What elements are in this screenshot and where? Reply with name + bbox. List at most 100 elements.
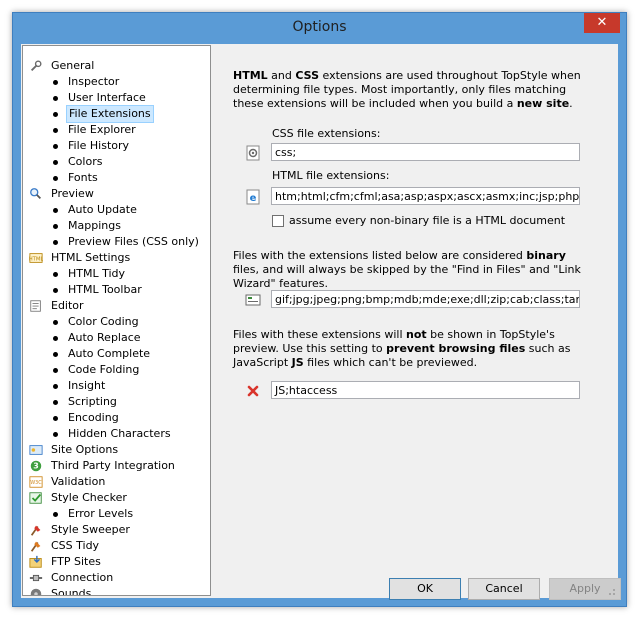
tree-item-code-folding[interactable]: Code Folding <box>23 362 209 378</box>
intro-text-1: and <box>267 69 296 82</box>
tree-item-color-coding[interactable]: Color Coding <box>23 314 209 330</box>
bullet-icon <box>53 384 58 389</box>
tree-item-user-interface[interactable]: User Interface <box>23 90 209 106</box>
preview-bold-js: JS <box>291 356 304 369</box>
tree-item-connection[interactable]: Connection <box>23 570 209 586</box>
tree-item-style-checker[interactable]: Style Checker <box>23 490 209 506</box>
tree-item-auto-replace[interactable]: Auto Replace <box>23 330 209 346</box>
nonbinary-checkbox[interactable] <box>272 215 284 227</box>
tree-item-label: Auto Update <box>68 203 137 216</box>
binary-text-1: Files with the extensions listed below a… <box>233 249 527 262</box>
intro-text-3: . <box>569 97 573 110</box>
options-window: Options ✕ General Inspector User Interface… <box>12 12 627 607</box>
css-ext-input[interactable]: css; <box>271 143 580 161</box>
binary-ext-input[interactable]: gif;jpg;jpeg;png;bmp;mdb;mde;exe;dll;zip… <box>271 290 580 308</box>
dialog-client: General Inspector User Interface File Exten… <box>21 44 621 600</box>
tree-item-label: Editor <box>51 299 84 312</box>
nonbinary-checkbox-label[interactable]: assume every non-binary file is a HTML d… <box>289 214 565 227</box>
binary-bold: binary <box>526 249 566 262</box>
intro-bold-html: HTML <box>233 69 268 82</box>
bullet-icon <box>53 112 58 117</box>
title-bar[interactable]: Options ✕ <box>13 13 626 43</box>
tree-item-label: HTML Settings <box>51 251 131 264</box>
site-options-icon <box>29 445 43 455</box>
tree-item-html-settings[interactable]: HTML HTML Settings <box>23 250 209 266</box>
tree-item-label: User Interface <box>68 91 146 104</box>
tree-item-auto-complete[interactable]: Auto Complete <box>23 346 209 362</box>
preview-bold-not: not <box>406 328 427 341</box>
tree-item-site-options[interactable]: Site Options <box>23 442 209 458</box>
tree-item-auto-update[interactable]: Auto Update <box>23 202 209 218</box>
resize-grip-icon[interactable] <box>606 586 616 596</box>
html-ext-input[interactable]: htm;html;cfm;cfml;asa;asp;aspx;ascx;asmx… <box>271 187 580 205</box>
file-extensions-panel: HTML and CSS extensions are used through… <box>215 45 621 600</box>
tree-item-label: Mappings <box>68 219 121 232</box>
bullet-icon <box>53 336 58 341</box>
close-button[interactable]: ✕ <box>584 13 620 33</box>
cancel-button[interactable]: Cancel <box>468 578 540 600</box>
tree-item-file-extensions[interactable]: File Extensions <box>23 105 209 123</box>
preview-icon <box>30 188 41 199</box>
tree-item-preview[interactable]: Preview <box>23 186 209 202</box>
bullet-icon <box>53 288 58 293</box>
tree-item-sounds[interactable]: Sounds <box>23 586 209 596</box>
ok-button[interactable]: OK <box>389 578 461 600</box>
tree-item-preview-files-css-only[interactable]: Preview Files (CSS only) <box>23 234 209 250</box>
connection-icon <box>29 574 43 582</box>
editor-icon <box>30 300 41 312</box>
preview-exclusion-input[interactable]: JS;htaccess <box>271 381 580 399</box>
tree-item-html-tidy[interactable]: HTML Tidy <box>23 266 209 282</box>
tree-item-inspector[interactable]: Inspector <box>23 74 209 90</box>
tree-item-file-history[interactable]: File History <box>23 138 209 154</box>
bullet-icon <box>53 96 58 101</box>
tree-item-error-levels[interactable]: Error Levels <box>23 506 209 522</box>
tree-item-encoding[interactable]: Encoding <box>23 410 209 426</box>
tree-item-label: Error Levels <box>68 507 134 520</box>
tree-item-html-toolbar[interactable]: HTML Toolbar <box>23 282 209 298</box>
bullet-icon <box>53 416 58 421</box>
svg-text:HTML: HTML <box>29 257 43 263</box>
tree-item-label: Code Folding <box>68 363 140 376</box>
tree-item-label: Sounds <box>51 587 92 596</box>
svg-text:W3C: W3C <box>30 480 42 486</box>
tree-item-hidden-characters[interactable]: Hidden Characters <box>23 426 209 442</box>
tree-item-fonts[interactable]: Fonts <box>23 170 209 186</box>
style-checker-icon <box>29 492 42 504</box>
tree-item-css-tidy[interactable]: CSS Tidy <box>23 538 209 554</box>
tree-item-insight[interactable]: Insight <box>23 378 209 394</box>
tree-item-label: Color Coding <box>68 315 139 328</box>
tree-item-ftp-sites[interactable]: FTP Sites <box>23 554 209 570</box>
tree-item-colors[interactable]: Colors <box>23 154 209 170</box>
tree-item-label: FTP Sites <box>51 555 101 568</box>
integration-icon: 3 <box>30 460 42 472</box>
tree-item-label: Inspector <box>68 75 120 88</box>
tree-item-label: Validation <box>51 475 106 488</box>
tree-item-general[interactable]: General <box>23 58 209 74</box>
css-tidy-icon <box>30 541 41 552</box>
intro-bold-new-site: new site <box>516 97 570 110</box>
bullet-icon <box>53 208 58 213</box>
tree-item-label: Encoding <box>68 411 119 424</box>
exclude-x-icon <box>247 385 259 397</box>
bullet-icon <box>53 128 58 133</box>
tree-item-style-sweeper[interactable]: Style Sweeper <box>23 522 209 538</box>
bullet-icon <box>53 352 58 357</box>
options-tree[interactable]: General Inspector User Interface File Exten… <box>22 45 211 596</box>
html-file-icon: e <box>246 189 260 205</box>
binary-text-2: files, and will always be skipped by the… <box>233 263 581 290</box>
tree-item-editor[interactable]: Editor <box>23 298 209 314</box>
binary-file-icon <box>245 294 261 306</box>
tree-item-validation[interactable]: W3C Validation <box>23 474 209 490</box>
tree-item-third-party-integration[interactable]: 3 Third Party Integration <box>23 458 209 474</box>
css-ext-label: CSS file extensions: <box>272 127 381 140</box>
tree-item-file-explorer[interactable]: File Explorer <box>23 122 209 138</box>
bullet-icon <box>53 320 58 325</box>
bullet-icon <box>53 432 58 437</box>
tree-item-label: Hidden Characters <box>68 427 171 440</box>
style-sweeper-icon <box>30 525 41 536</box>
tree-item-scripting[interactable]: Scripting <box>23 394 209 410</box>
preview-text-4: files which can't be previewed. <box>303 356 478 369</box>
tree-item-mappings[interactable]: Mappings <box>23 218 209 234</box>
tree-item-label: CSS Tidy <box>51 539 100 552</box>
preview-bold-prevent: prevent browsing files <box>386 342 526 355</box>
